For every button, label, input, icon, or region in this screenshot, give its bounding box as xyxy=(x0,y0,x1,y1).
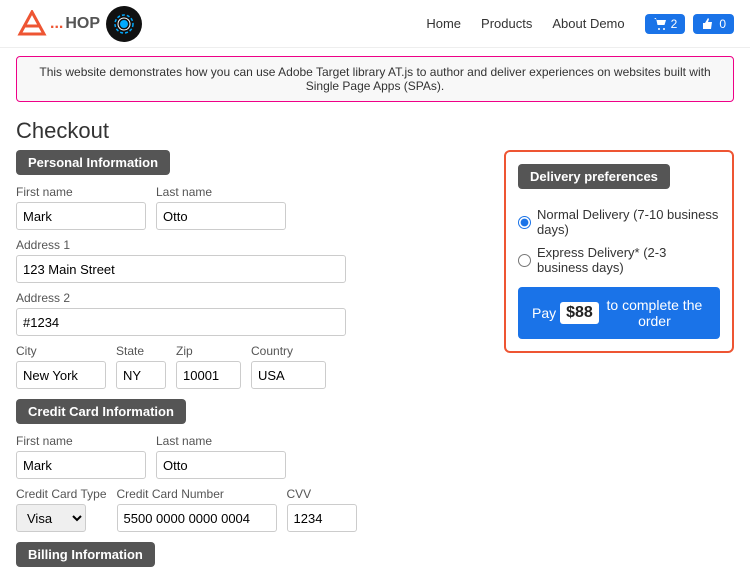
cc-first-name-label: First name xyxy=(16,434,146,448)
page-title: Checkout xyxy=(0,110,750,150)
last-name-input[interactable] xyxy=(156,202,286,230)
billing-section: Billing Information xyxy=(16,542,484,577)
thumbs-up-icon xyxy=(701,17,715,31)
cvv-input[interactable] xyxy=(287,504,357,532)
left-column: Personal Information First name Last nam… xyxy=(16,150,484,577)
cc-first-name-group: First name xyxy=(16,434,146,479)
cc-last-name-label: Last name xyxy=(156,434,286,448)
name-row: First name Last name xyxy=(16,185,484,230)
cart-button[interactable]: 2 xyxy=(645,14,686,34)
country-group: Country xyxy=(251,344,326,389)
express-delivery-radio[interactable] xyxy=(518,254,531,267)
cc-details-row: Credit Card Type Visa Mastercard Amex Cr… xyxy=(16,487,484,532)
city-group: City xyxy=(16,344,106,389)
last-name-group: Last name xyxy=(156,185,286,230)
header: ... HOP Home Products About Demo 2 0 xyxy=(0,0,750,48)
nav-about-demo[interactable]: About Demo xyxy=(552,16,624,31)
state-group: State xyxy=(116,344,166,389)
billing-header: Billing Information xyxy=(16,542,155,567)
address1-label: Address 1 xyxy=(16,238,346,252)
personal-info-section: Personal Information First name Last nam… xyxy=(16,150,484,389)
logo-gear-icon xyxy=(106,6,142,42)
address2-label: Address 2 xyxy=(16,291,346,305)
cc-type-select[interactable]: Visa Mastercard Amex xyxy=(16,504,86,532)
zip-label: Zip xyxy=(176,344,241,358)
zip-input[interactable] xyxy=(176,361,241,389)
address1-row: Address 1 xyxy=(16,238,484,283)
nav-home[interactable]: Home xyxy=(426,16,461,31)
cart-count: 2 xyxy=(671,17,678,31)
main-content: Personal Information First name Last nam… xyxy=(0,150,750,577)
cc-num-label: Credit Card Number xyxy=(117,487,277,501)
state-input[interactable] xyxy=(116,361,166,389)
cc-num-input[interactable] xyxy=(117,504,277,532)
delivery-options: Normal Delivery (7-10 business days) Exp… xyxy=(518,207,720,275)
logo: ... HOP xyxy=(16,6,142,42)
logo-shop-text: HOP xyxy=(65,15,100,33)
express-delivery-label: Express Delivery* (2-3 business days) xyxy=(537,245,720,275)
normal-delivery-option[interactable]: Normal Delivery (7-10 business days) xyxy=(518,207,720,237)
delivery-box: Delivery preferences Normal Delivery (7-… xyxy=(504,150,734,353)
pay-suffix: to complete the order xyxy=(603,297,706,329)
cvv-label: CVV xyxy=(287,487,357,501)
first-name-label: First name xyxy=(16,185,146,199)
country-input[interactable] xyxy=(251,361,326,389)
pay-amount: $88 xyxy=(560,302,599,324)
first-name-group: First name xyxy=(16,185,146,230)
pay-button[interactable]: Pay $88 to complete the order xyxy=(518,287,720,339)
cc-last-name-input[interactable] xyxy=(156,451,286,479)
last-name-label: Last name xyxy=(156,185,286,199)
credit-card-section: Credit Card Information First name Last … xyxy=(16,399,484,532)
address2-group: Address 2 xyxy=(16,291,346,336)
like-button[interactable]: 0 xyxy=(693,14,734,34)
info-banner: This website demonstrates how you can us… xyxy=(16,56,734,102)
cc-type-label: Credit Card Type xyxy=(16,487,107,501)
zip-group: Zip xyxy=(176,344,241,389)
delivery-header: Delivery preferences xyxy=(518,164,670,189)
first-name-input[interactable] xyxy=(16,202,146,230)
state-label: State xyxy=(116,344,166,358)
city-label: City xyxy=(16,344,106,358)
cvv-group: CVV xyxy=(287,487,357,532)
pay-prefix: Pay xyxy=(532,305,556,321)
city-input[interactable] xyxy=(16,361,106,389)
normal-delivery-label: Normal Delivery (7-10 business days) xyxy=(537,207,720,237)
credit-card-header: Credit Card Information xyxy=(16,399,186,424)
express-delivery-option[interactable]: Express Delivery* (2-3 business days) xyxy=(518,245,720,275)
nav: Home Products About Demo 2 0 xyxy=(426,14,734,34)
city-state-row: City State Zip Country xyxy=(16,344,484,389)
cc-last-name-group: Last name xyxy=(156,434,286,479)
address2-input[interactable] xyxy=(16,308,346,336)
address1-group: Address 1 xyxy=(16,238,346,283)
address1-input[interactable] xyxy=(16,255,346,283)
address2-row: Address 2 xyxy=(16,291,484,336)
logo-text: ... xyxy=(50,15,63,33)
nav-products[interactable]: Products xyxy=(481,16,532,31)
cc-type-group: Credit Card Type Visa Mastercard Amex xyxy=(16,487,107,532)
banner-text: This website demonstrates how you can us… xyxy=(39,65,710,93)
like-count: 0 xyxy=(719,17,726,31)
cc-first-name-input[interactable] xyxy=(16,451,146,479)
right-column: Delivery preferences Normal Delivery (7-… xyxy=(504,150,734,577)
cc-num-group: Credit Card Number xyxy=(117,487,277,532)
logo-a-icon xyxy=(16,10,48,38)
country-label: Country xyxy=(251,344,326,358)
cart-icon xyxy=(653,17,667,31)
cc-name-row: First name Last name xyxy=(16,434,484,479)
normal-delivery-radio[interactable] xyxy=(518,216,531,229)
personal-info-header: Personal Information xyxy=(16,150,170,175)
